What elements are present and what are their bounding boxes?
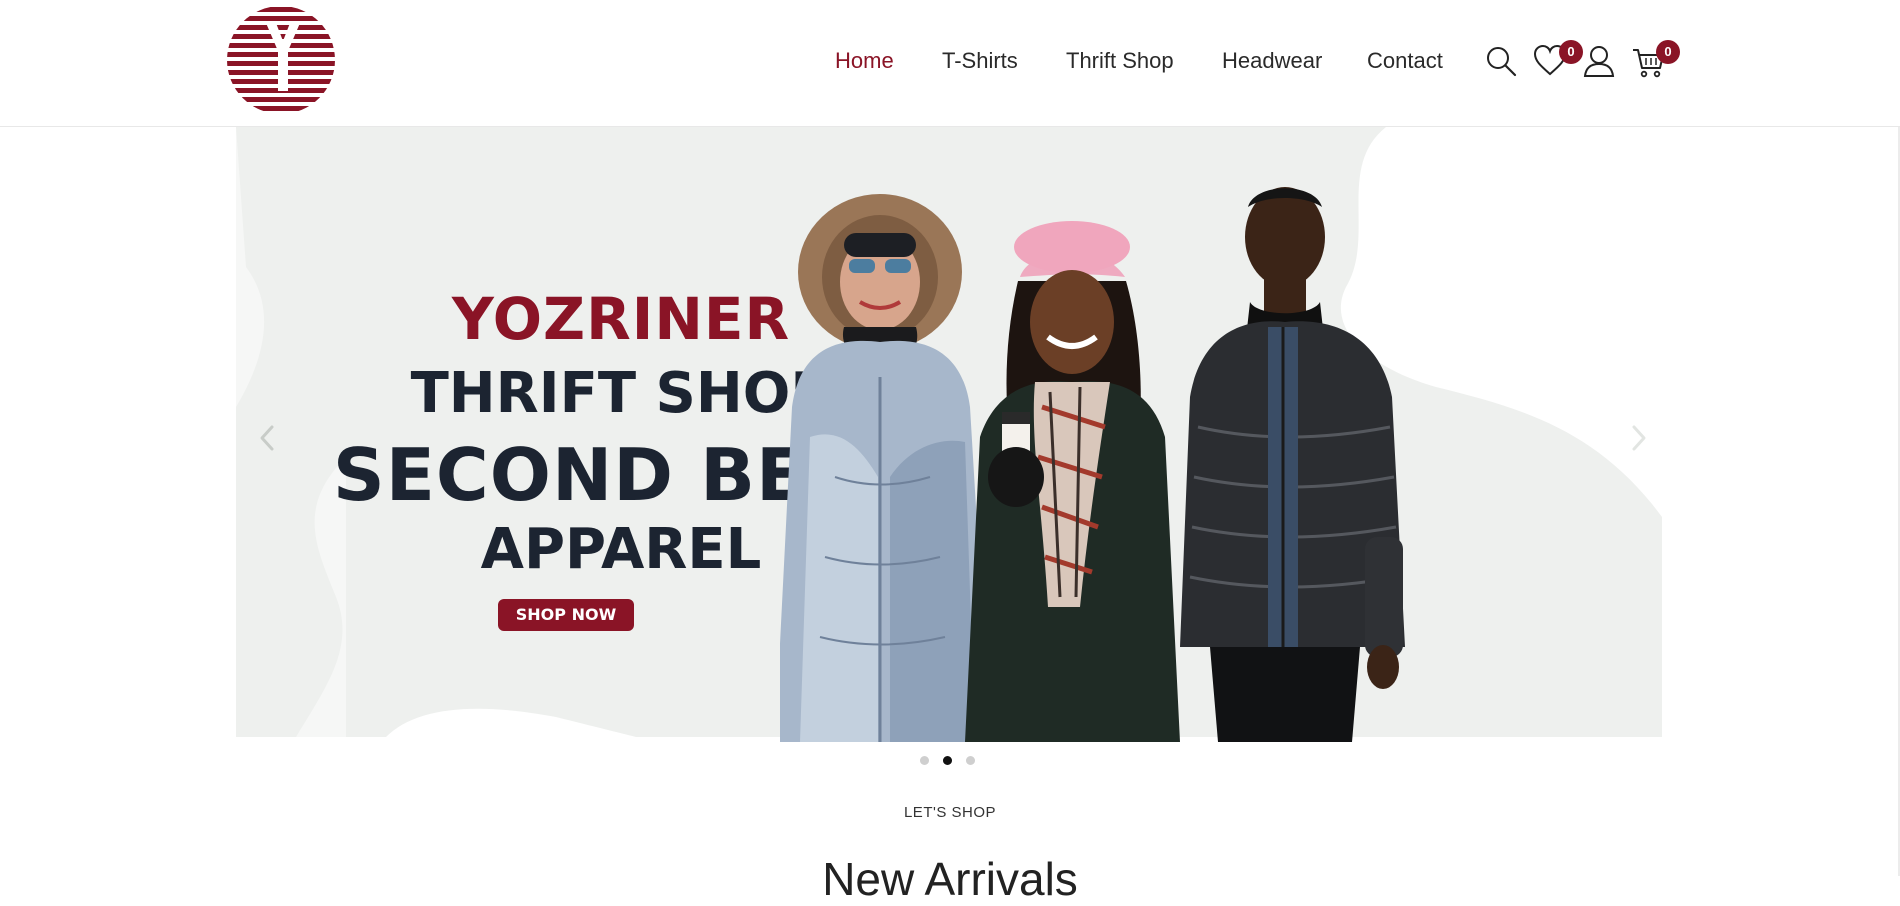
- nav-thrift-shop[interactable]: Thrift Shop: [1066, 44, 1174, 78]
- hero-models-image: [780, 187, 1405, 742]
- brand-logo[interactable]: [226, 5, 336, 115]
- cart-count-badge: 0: [1656, 40, 1680, 64]
- section-eyebrow: LET'S SHOP: [903, 804, 997, 821]
- chevron-left-icon[interactable]: [256, 423, 280, 453]
- model-pink-beret: [965, 221, 1180, 742]
- model-black-puffer: [1180, 187, 1405, 742]
- slider-dot-3[interactable]: [966, 756, 975, 765]
- wishlist-count-badge: 0: [1559, 40, 1583, 64]
- shop-now-button[interactable]: SHOP NOW: [498, 599, 634, 631]
- model-silver-puffer: [780, 194, 990, 742]
- wishlist-button[interactable]: 0: [1533, 40, 1583, 78]
- cart-button[interactable]: 0: [1632, 40, 1680, 78]
- slider-dot-1[interactable]: [920, 756, 929, 765]
- site-header: Home T-Shirts Thrift Shop Headwear Conta…: [0, 0, 1900, 127]
- user-icon: [1583, 46, 1615, 77]
- nav-t-shirts[interactable]: T-Shirts: [942, 44, 1018, 78]
- search-button[interactable]: [1484, 44, 1518, 78]
- nav-home[interactable]: Home: [835, 44, 894, 78]
- chevron-right-icon[interactable]: [1626, 423, 1650, 453]
- account-button[interactable]: [1582, 44, 1616, 78]
- nav-contact[interactable]: Contact: [1367, 44, 1443, 78]
- search-icon: [1487, 47, 1517, 77]
- nav-headwear[interactable]: Headwear: [1222, 44, 1322, 78]
- section-title: New Arrivals: [822, 853, 1078, 905]
- slider-dot-2[interactable]: [943, 756, 952, 765]
